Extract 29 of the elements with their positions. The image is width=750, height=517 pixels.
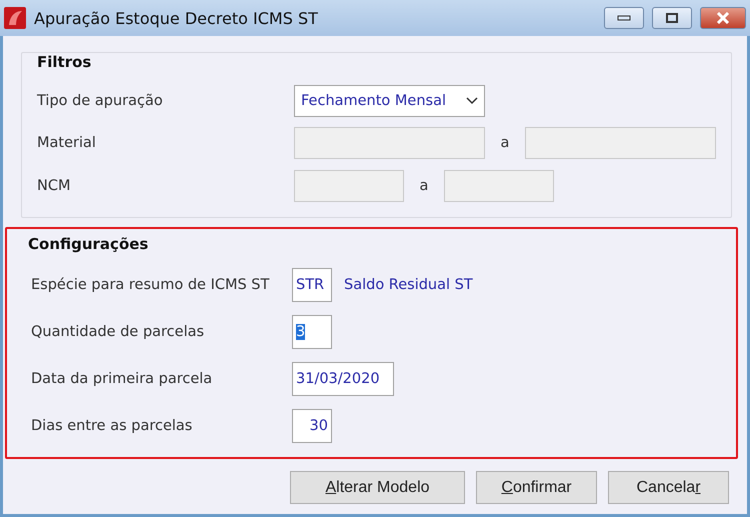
dialog-button[interactable]: Alterar Modelo <box>290 471 465 504</box>
window-title: Apuração Estoque Decreto ICMS ST <box>34 8 319 28</box>
field-label: Tipo de apuração <box>37 93 164 109</box>
description-text: Saldo Residual ST <box>344 276 473 292</box>
maximize-icon <box>666 13 678 23</box>
minimize-icon <box>617 15 631 21</box>
close-button[interactable] <box>700 7 746 29</box>
minimize-button[interactable] <box>604 7 644 29</box>
maximize-button[interactable] <box>652 7 692 29</box>
field-label: Data da primeira parcela <box>31 370 214 386</box>
input-field[interactable]: 31/03/2020 <box>292 362 394 396</box>
input-field[interactable]: 30 <box>292 408 332 442</box>
chevron-down-icon <box>466 97 478 105</box>
group-title: Filtros <box>37 53 92 71</box>
field-label: Material <box>37 134 97 150</box>
close-icon <box>716 12 730 24</box>
input-field[interactable]: STR <box>292 268 332 302</box>
type-dropdown[interactable]: Fechamento Mensal <box>294 85 485 117</box>
field-label: Dias entre as parcelas <box>31 418 194 434</box>
range-separator: a <box>500 134 510 150</box>
group-title: Configurações <box>28 235 150 253</box>
input-field[interactable]: 3 <box>292 314 332 348</box>
dialog-button[interactable]: Cancelar <box>608 471 729 504</box>
range-separator: a <box>418 178 430 194</box>
field-label: Espécie para resumo de ICMS ST <box>31 276 270 292</box>
field-label: Quantidade de parcelas <box>31 324 206 340</box>
field-label: NCM <box>37 178 72 194</box>
dialog-button[interactable]: Confirmar <box>476 471 597 504</box>
app-logo-icon <box>4 7 26 29</box>
